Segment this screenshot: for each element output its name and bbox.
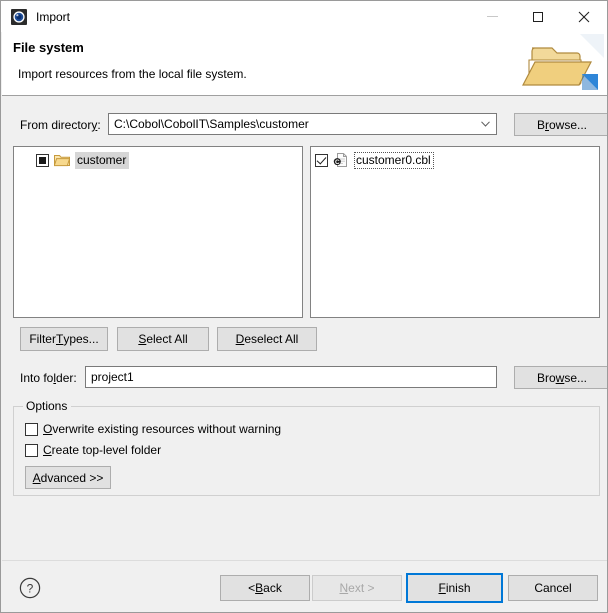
list-item-checkbox[interactable] bbox=[315, 153, 328, 167]
title-bar: Import bbox=[1, 1, 607, 32]
list-item-label: customer0.cbl bbox=[354, 151, 434, 169]
maximize-icon bbox=[533, 11, 543, 22]
into-folder-label: Into folder: bbox=[20, 371, 77, 385]
cobol-file-icon: C bbox=[333, 152, 349, 168]
create-top-level-folder-option-row[interactable]: Create top-level folder bbox=[25, 443, 161, 457]
page-title: File system bbox=[13, 40, 84, 55]
file-selection-list[interactable]: C customer0.cbl bbox=[310, 146, 600, 318]
deselect-all-button[interactable]: Deselect All bbox=[217, 327, 317, 351]
wizard-header: File system Import resources from the lo… bbox=[2, 32, 607, 96]
help-button[interactable]: ? bbox=[19, 577, 41, 599]
window-controls bbox=[469, 1, 607, 32]
close-icon bbox=[578, 11, 590, 22]
overwrite-option-row[interactable]: Overwrite existing resources without war… bbox=[25, 422, 281, 436]
filter-types-button[interactable]: Filter Types... bbox=[20, 327, 108, 351]
create-top-level-folder-label: Create top-level folder bbox=[43, 443, 162, 457]
browse-into-folder-button[interactable]: Bro w se... bbox=[514, 366, 607, 389]
cancel-button[interactable]: Cancel bbox=[508, 575, 598, 601]
into-folder-row: Into folder: project1 Bro w se... bbox=[20, 366, 607, 390]
folder-icon bbox=[53, 153, 71, 167]
from-directory-combo[interactable]: C:\Cobol\CobolIT\Samples\customer bbox=[108, 113, 497, 135]
help-icon: ? bbox=[19, 577, 41, 599]
from-directory-value: C:\Cobol\CobolIT\Samples\customer bbox=[114, 117, 309, 131]
browse-from-directory-button[interactable]: Br owse... bbox=[514, 113, 607, 136]
page-description: Import resources from the local file sys… bbox=[18, 67, 247, 81]
tree-item-checkbox[interactable] bbox=[36, 153, 49, 167]
overwrite-checkbox[interactable] bbox=[25, 422, 38, 436]
svg-text:C: C bbox=[335, 159, 340, 166]
dialog-footer: ? < Back Next > Finish Cancel bbox=[2, 560, 607, 612]
tree-item-label: customer bbox=[75, 151, 130, 169]
eclipse-import-icon bbox=[11, 8, 27, 25]
create-top-level-folder-checkbox[interactable] bbox=[25, 443, 38, 457]
select-all-button[interactable]: Select All bbox=[117, 327, 209, 351]
tree-item-customer[interactable]: customer bbox=[14, 151, 302, 169]
selection-buttons: Filter Types... Select All Deselect All bbox=[20, 327, 317, 351]
back-button[interactable]: < Back bbox=[220, 575, 310, 601]
list-item-customer0[interactable]: C customer0.cbl bbox=[311, 151, 599, 169]
window-title: Import bbox=[36, 9, 71, 24]
minimize-button[interactable] bbox=[469, 1, 515, 32]
advanced-button[interactable]: Advanced >> bbox=[25, 466, 111, 489]
overwrite-option-label: Overwrite existing resources without war… bbox=[43, 422, 282, 436]
open-folder-import-icon bbox=[518, 32, 604, 95]
import-dialog: Import File system Import resources from… bbox=[0, 0, 608, 613]
from-directory-row: From directory: C:\Cobol\CobolIT\Samples… bbox=[20, 113, 607, 137]
into-folder-value: project1 bbox=[91, 370, 134, 384]
into-folder-input[interactable]: project1 bbox=[85, 366, 497, 388]
from-directory-label: From directory: bbox=[20, 118, 101, 132]
close-button[interactable] bbox=[561, 1, 607, 32]
svg-text:?: ? bbox=[27, 582, 34, 596]
options-group-title: Options bbox=[23, 399, 72, 413]
source-directory-tree[interactable]: customer bbox=[13, 146, 303, 318]
finish-button[interactable]: Finish bbox=[406, 573, 503, 603]
next-button: Next > bbox=[312, 575, 402, 601]
dialog-body: From directory: C:\Cobol\CobolIT\Samples… bbox=[2, 97, 607, 560]
minimize-icon bbox=[486, 16, 498, 17]
maximize-button[interactable] bbox=[515, 1, 561, 32]
options-group: Options Overwrite existing resources wit… bbox=[13, 399, 600, 496]
chevron-down-icon[interactable] bbox=[481, 121, 490, 127]
